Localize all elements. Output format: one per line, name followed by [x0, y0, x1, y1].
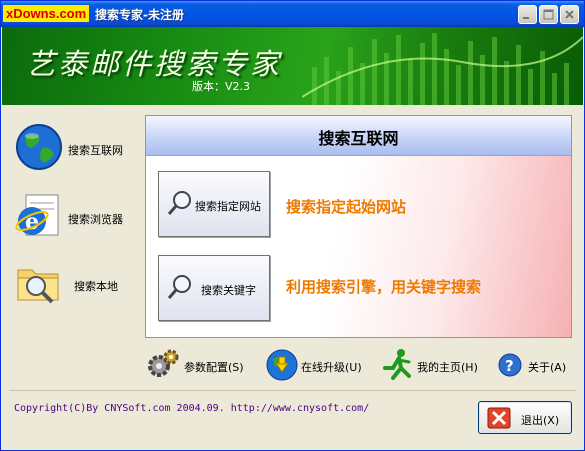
watermark-badge: xDowns.com	[3, 5, 90, 22]
online-update-button[interactable]: 在线升级(U)	[265, 348, 375, 382]
ie-browser-icon: e	[15, 194, 59, 236]
sidebar-item-search-internet[interactable]: 搜索互联网	[14, 122, 142, 178]
close-icon	[565, 10, 574, 19]
search-panel: 搜索互联网 搜索指定网站 搜索指定起始网站 搜索关键字 利用搜索引擎，用关键字搜…	[145, 115, 572, 338]
version-label: 版本：V2.3	[192, 80, 251, 93]
online-update-label: 在线升级(U)	[301, 361, 362, 374]
maximize-button[interactable]	[539, 5, 558, 24]
svg-text:?: ?	[505, 357, 514, 375]
panel-title: 搜索互联网	[318, 129, 399, 148]
gear-icon	[148, 349, 179, 377]
copyright-text: Copyright(C)By CNYSoft.com 2004.09. http…	[14, 403, 370, 414]
magnifier-icon	[167, 191, 191, 215]
sidebar-item-label: 搜索互联网	[68, 144, 123, 157]
search-keyword-label: 搜索关键字	[201, 284, 256, 297]
window-title: 搜索专家-未注册	[95, 8, 184, 22]
minimize-button[interactable]	[518, 5, 537, 24]
about-label: 关于(A)	[528, 361, 567, 374]
app-logo-title: 艺泰邮件搜索专家	[26, 47, 283, 81]
folder-search-icon	[17, 269, 59, 304]
search-site-description: 搜索指定起始网站	[286, 198, 407, 216]
update-globe-icon	[266, 349, 298, 381]
maximize-icon	[543, 9, 554, 20]
settings-label: 参数配置(S)	[184, 361, 244, 374]
search-keyword-button[interactable]: 搜索关键字	[158, 255, 270, 321]
magnifier-icon	[167, 275, 191, 299]
exit-label: 退出(X)	[521, 414, 560, 427]
running-man-icon	[383, 349, 411, 380]
homepage-label: 我的主页(H)	[417, 361, 478, 374]
help-icon: ?	[498, 353, 522, 377]
exit-icon	[487, 407, 511, 429]
sidebar-item-search-browser[interactable]: e 搜索浏览器	[14, 191, 142, 247]
exit-button[interactable]: 退出(X)	[478, 401, 572, 434]
homepage-button[interactable]: 我的主页(H)	[381, 348, 491, 382]
footer-divider	[9, 390, 576, 391]
search-keyword-description: 利用搜索引擎，用关键字搜索	[286, 278, 482, 296]
search-site-button[interactable]: 搜索指定网站	[158, 171, 270, 237]
sidebar-item-label: 搜索浏览器	[68, 213, 123, 226]
globe-icon	[16, 124, 62, 170]
app-window: xDowns.com 搜索专家-未注册 艺泰邮件搜索专家 版本：V2.3 搜索互…	[0, 0, 585, 451]
sidebar-item-label: 搜索本地	[74, 280, 118, 293]
sidebar-item-search-local[interactable]: 搜索本地	[14, 258, 142, 314]
settings-button[interactable]: 参数配置(S)	[145, 348, 255, 382]
header-banner: 艺泰邮件搜索专家 版本：V2.3	[2, 27, 583, 105]
close-button[interactable]	[560, 5, 579, 24]
banner-decoration	[302, 33, 583, 105]
search-site-label: 搜索指定网站	[195, 200, 261, 213]
minimize-icon	[523, 17, 529, 19]
about-button[interactable]: ? 关于(A)	[498, 348, 578, 382]
panel-header: 搜索互联网	[146, 116, 571, 156]
title-bar[interactable]: xDowns.com 搜索专家-未注册	[1, 1, 584, 27]
